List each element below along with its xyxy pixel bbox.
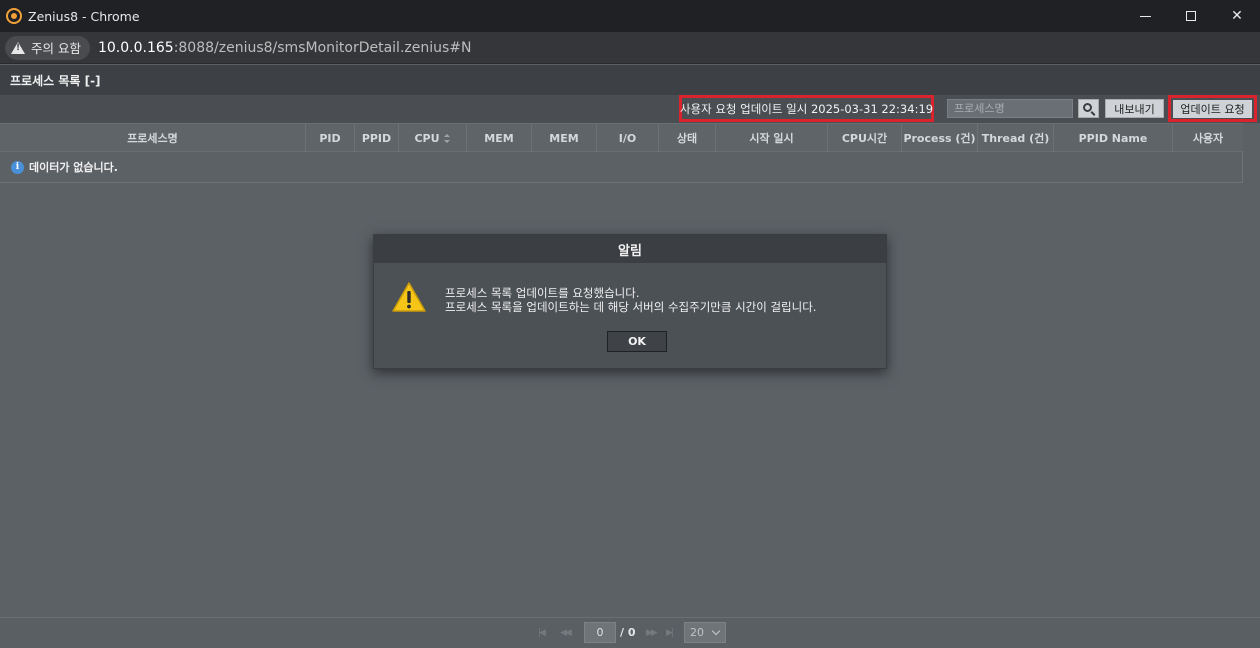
- warning-triangle-icon: [11, 41, 25, 54]
- window-title: Zenius8 - Chrome: [28, 8, 140, 24]
- alert-dialog: 알림 프로세스 목록 업데이트를 요청했습니다. 프로세스 목록을 업데이트하는…: [373, 234, 887, 369]
- minimize-button[interactable]: [1122, 0, 1168, 32]
- table-header: 프로세스명 PID PPID CPU MEM MEM I/O 상태 시작 일시 …: [0, 123, 1243, 152]
- column-header[interactable]: Thread (건): [978, 124, 1054, 152]
- close-button[interactable]: ✕: [1214, 0, 1260, 32]
- request-update-highlight: 업데이트 요청: [1168, 95, 1257, 122]
- first-page-icon[interactable]: |◀: [538, 628, 546, 638]
- dialog-message-line: 프로세스 목록을 업데이트하는 데 해당 서버의 수집주기만큼 시간이 걸립니다…: [445, 300, 817, 314]
- export-button[interactable]: 내보내기: [1105, 99, 1164, 118]
- column-header[interactable]: 프로세스명: [0, 124, 306, 152]
- maximize-button[interactable]: [1168, 0, 1214, 32]
- toolbar: 사용자 요청 업데이트 일시 2025-03-31 22:34:19 내보내기 …: [0, 95, 1260, 123]
- security-label: 주의 요함: [31, 41, 81, 56]
- last-page-icon[interactable]: ▶|: [666, 628, 674, 638]
- column-header[interactable]: PID: [306, 124, 355, 152]
- column-header[interactable]: Process (건): [902, 124, 978, 152]
- minimize-icon: [1139, 15, 1151, 17]
- chevron-down-icon: [711, 626, 721, 636]
- warning-icon: [392, 282, 426, 312]
- column-header[interactable]: I/O: [597, 124, 659, 152]
- column-header[interactable]: CPU시간: [828, 124, 902, 152]
- next-page-icon[interactable]: ▶▶: [646, 628, 658, 638]
- page-size-select[interactable]: 20: [684, 622, 726, 643]
- zenius-app-icon: [6, 8, 22, 24]
- url-host: 10.0.0.165: [97, 39, 174, 56]
- process-search-input[interactable]: [947, 99, 1073, 118]
- column-header[interactable]: 시작 일시: [716, 124, 828, 152]
- page-total: / 0: [620, 626, 636, 639]
- dialog-message: 프로세스 목록 업데이트를 요청했습니다. 프로세스 목록을 업데이트하는 데 …: [445, 286, 816, 314]
- column-header[interactable]: MEM: [467, 124, 532, 152]
- update-time-label: 사용자 요청 업데이트 일시 2025-03-31 22:34:19: [679, 95, 934, 122]
- column-header[interactable]: PPID: [355, 124, 399, 152]
- column-header[interactable]: PPID Name: [1054, 124, 1173, 152]
- browser-titlebar: Zenius8 - Chrome ✕: [0, 0, 1260, 32]
- url-path: :8088/zenius8/smsMonitorDetail.zenius#N: [173, 39, 472, 56]
- panel-title[interactable]: 프로세스 목록 [-]: [10, 72, 101, 89]
- page-size-value: 20: [690, 626, 704, 639]
- empty-table-row: i 데이터가 없습니다.: [0, 152, 1243, 183]
- column-header[interactable]: 사용자: [1173, 124, 1243, 152]
- pagination-bar: |◀ ◀◀ / 0 ▶▶ ▶| 20: [0, 617, 1260, 648]
- column-header-label: CPU: [414, 131, 440, 145]
- security-indicator[interactable]: 주의 요함: [5, 35, 90, 60]
- column-header[interactable]: MEM: [532, 124, 597, 152]
- url-field[interactable]: 10.0.0.165:8088/zenius8/smsMonitorDetail…: [98, 40, 472, 56]
- empty-message: 데이터가 없습니다.: [29, 161, 118, 174]
- ok-button[interactable]: OK: [607, 331, 667, 352]
- search-button[interactable]: [1078, 99, 1099, 118]
- info-icon: i: [11, 160, 24, 174]
- column-header[interactable]: 상태: [659, 124, 716, 152]
- search-icon: [1083, 103, 1092, 112]
- page-number-input[interactable]: [584, 622, 616, 643]
- column-header-cpu[interactable]: CPU: [399, 124, 467, 152]
- close-icon: ✕: [1231, 8, 1243, 24]
- sort-icon: [443, 133, 451, 143]
- window-controls: ✕: [1122, 0, 1260, 32]
- maximize-icon: [1186, 11, 1196, 21]
- address-bar: 주의 요함 10.0.0.165:8088/zenius8/smsMonitor…: [0, 32, 1260, 64]
- prev-page-icon[interactable]: ◀◀: [560, 628, 572, 638]
- panel-header: 프로세스 목록 [-]: [0, 65, 1260, 95]
- dialog-title: 알림: [374, 235, 886, 263]
- dialog-message-line: 프로세스 목록 업데이트를 요청했습니다.: [445, 286, 640, 300]
- request-update-button[interactable]: 업데이트 요청: [1173, 99, 1252, 118]
